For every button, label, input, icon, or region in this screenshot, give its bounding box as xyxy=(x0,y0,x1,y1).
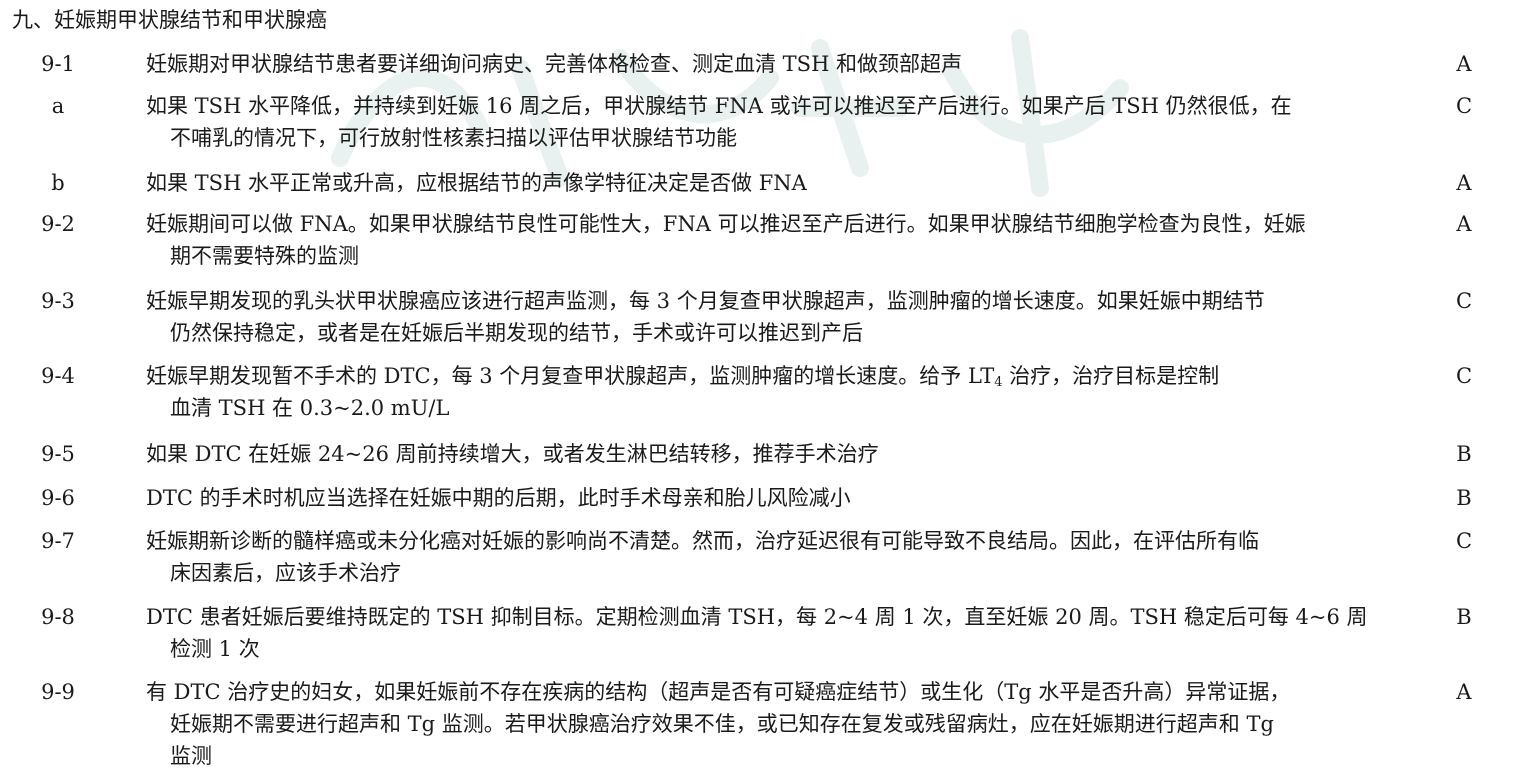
row-text-line: DTC 患者妊娠后要维持既定的 TSH 抑制目标。定期检测血清 TSH，每 2~… xyxy=(146,605,1368,629)
row-text: 妊娠早期发现的乳头状甲状腺癌应该进行超声监测，每 3 个月复查甲状腺超声，监测肿… xyxy=(146,285,1398,349)
row-text: 如果 TSH 水平降低，并持续到妊娠 16 周之后，甲状腺结节 FNA 或许可以… xyxy=(146,90,1398,154)
row-text-line: 妊娠期不需要进行超声和 Tg 监测。若甲状腺癌治疗效果不佳，或已知存在复发或残留… xyxy=(170,712,1274,736)
row-text-segment: 妊娠早期发现暂不手术的 DTC，每 3 个月复查甲状腺超声，监测肿瘤的增长速度。… xyxy=(146,364,995,388)
row-text-line: 有 DTC 治疗史的妇女，如果妊娠前不存在疾病的结构（超声是否有可疑癌症结节）或… xyxy=(146,680,1291,704)
row-text: 妊娠早期发现暂不手术的 DTC，每 3 个月复查甲状腺超声，监测肿瘤的增长速度。… xyxy=(146,360,1398,424)
row-text: 妊娠期对甲状腺结节患者要详细询问病史、完善体格检查、测定血清 TSH 和做颈部超… xyxy=(146,48,1398,80)
row-text-line: 监测 xyxy=(170,744,212,768)
grade-badge: A xyxy=(1456,212,1472,236)
row-id: 9-4 xyxy=(41,364,75,388)
row-text: 如果 DTC 在妊娠 24~26 周前持续增大，或者发生淋巴结转移，推荐手术治疗 xyxy=(146,438,1398,470)
row-id: b xyxy=(51,171,65,195)
row-text-line: DTC 的手术时机应当选择在妊娠中期的后期，此时手术母亲和胎儿风险减小 xyxy=(146,486,851,510)
row-text-line: 如果 DTC 在妊娠 24~26 周前持续增大，或者发生淋巴结转移，推荐手术治疗 xyxy=(146,442,879,466)
grade-badge: A xyxy=(1456,52,1472,76)
row-text-line: 如果 TSH 水平正常或升高，应根据结节的声像学特征决定是否做 FNA xyxy=(146,171,807,195)
row-id: 9-8 xyxy=(41,605,75,629)
row-id: 9-2 xyxy=(41,212,75,236)
row-id: a xyxy=(51,94,65,118)
row-text-line: 妊娠早期发现暂不手术的 DTC，每 3 个月复查甲状腺超声，监测肿瘤的增长速度。… xyxy=(146,360,1398,392)
grade-badge: C xyxy=(1455,94,1473,118)
row-id: 9-9 xyxy=(41,680,75,704)
row-text: 妊娠期间可以做 FNA。如果甲状腺结节良性可能性大，FNA 可以推迟至产后进行。… xyxy=(146,208,1398,272)
row-id: 9-7 xyxy=(41,529,75,553)
row-id: 9-5 xyxy=(41,442,75,466)
grade-badge: B xyxy=(1456,442,1472,466)
row-text-line: 床因素后，应该手术治疗 xyxy=(170,561,401,585)
row-text-line: 不哺乳的情况下，可行放射性核素扫描以评估甲状腺结节功能 xyxy=(170,126,737,150)
row-text: 如果 TSH 水平正常或升高，应根据结节的声像学特征决定是否做 FNA xyxy=(146,167,1398,199)
row-text: 有 DTC 治疗史的妇女，如果妊娠前不存在疾病的结构（超声是否有可疑癌症结节）或… xyxy=(146,676,1398,772)
subscript: 4 xyxy=(994,375,1003,390)
row-id: 9-6 xyxy=(41,486,75,510)
row-text-line: 妊娠早期发现的乳头状甲状腺癌应该进行超声监测，每 3 个月复查甲状腺超声，监测肿… xyxy=(146,289,1265,313)
row-text-line: 妊娠期对甲状腺结节患者要详细询问病史、完善体格检查、测定血清 TSH 和做颈部超… xyxy=(146,52,963,76)
row-text-line: 检测 1 次 xyxy=(170,637,260,661)
row-text: DTC 的手术时机应当选择在妊娠中期的后期，此时手术母亲和胎儿风险减小 xyxy=(146,482,1398,514)
row-text-line: 期不需要特殊的监测 xyxy=(170,244,359,268)
row-id: 9-1 xyxy=(41,52,75,76)
grade-badge: C xyxy=(1455,529,1473,553)
grade-badge: A xyxy=(1456,680,1472,704)
row-id: 9-3 xyxy=(41,289,75,313)
row-text-segment: 治疗，治疗目标是控制 xyxy=(1002,364,1220,388)
section-title: 九、妊娠期甲状腺结节和甲状腺癌 xyxy=(12,8,327,32)
row-text-line: 仍然保持稳定，或者是在妊娠后半期发现的结节，手术或许可以推迟到产后 xyxy=(170,321,863,345)
row-text-line: 血清 TSH 在 0.3~2.0 mU/L xyxy=(170,396,450,420)
row-text-line: 如果 TSH 水平降低，并持续到妊娠 16 周之后，甲状腺结节 FNA 或许可以… xyxy=(146,94,1292,118)
grade-badge: C xyxy=(1455,364,1473,388)
grade-badge: C xyxy=(1455,289,1473,313)
grade-badge: B xyxy=(1456,486,1472,510)
row-text-line: 妊娠期新诊断的髓样癌或未分化癌对妊娠的影响尚不清楚。然而，治疗延迟很有可能导致不… xyxy=(146,529,1259,553)
grade-badge: A xyxy=(1456,171,1472,195)
row-text: DTC 患者妊娠后要维持既定的 TSH 抑制目标。定期检测血清 TSH，每 2~… xyxy=(146,601,1398,665)
row-text: 妊娠期新诊断的髓样癌或未分化癌对妊娠的影响尚不清楚。然而，治疗延迟很有可能导致不… xyxy=(146,525,1398,589)
row-text-line: 妊娠期间可以做 FNA。如果甲状腺结节良性可能性大，FNA 可以推迟至产后进行。… xyxy=(146,212,1306,236)
grade-badge: B xyxy=(1456,605,1472,629)
